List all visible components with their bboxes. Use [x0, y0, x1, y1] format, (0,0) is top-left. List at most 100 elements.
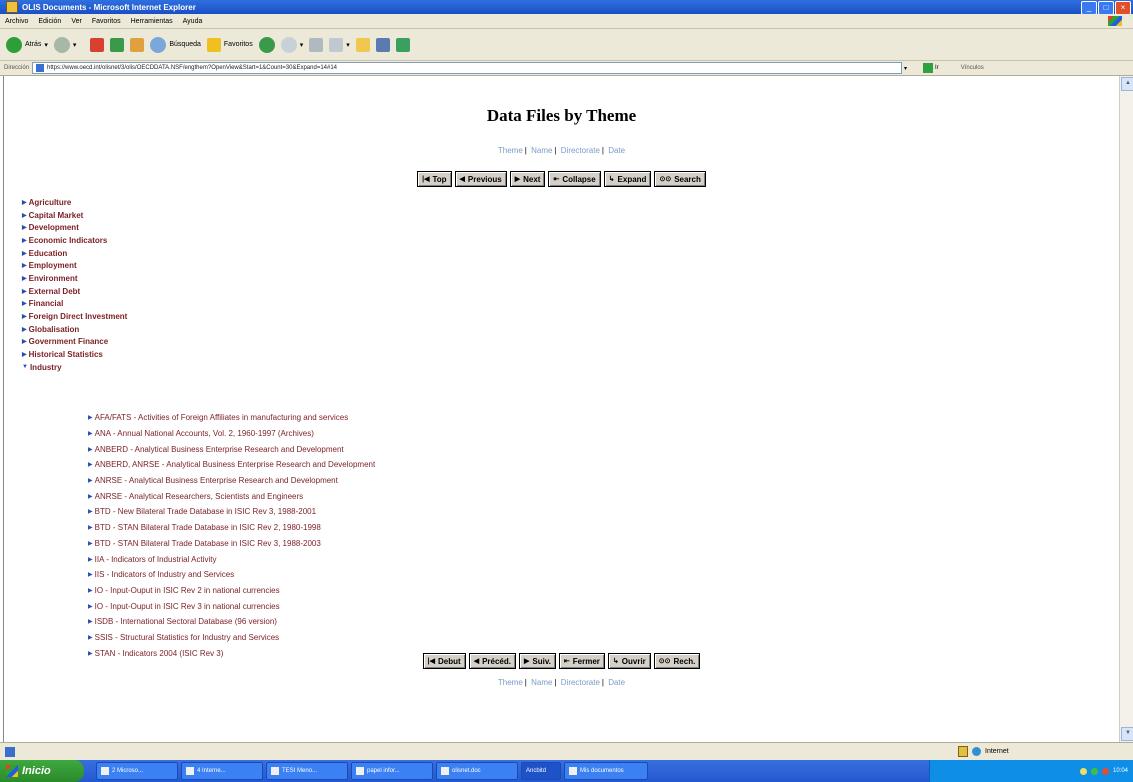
messenger-button[interactable]	[395, 37, 410, 52]
list-item[interactable]: ▶ ANBERD - Analytical Business Enterprise…	[88, 441, 375, 457]
taskbar-item[interactable]: 2 Microso...	[96, 762, 178, 780]
link-theme[interactable]: Theme	[498, 678, 523, 687]
globe-icon	[972, 747, 981, 756]
theme-item-environment[interactable]: ▶ Environment	[22, 272, 127, 285]
theme-item-agriculture[interactable]: ▶ Agriculture	[22, 196, 127, 209]
menu-favorites[interactable]: Favoritos	[92, 18, 121, 25]
list-item[interactable]: ▶ ANRSE - Analytical Business Enterprise …	[88, 473, 375, 489]
history-button[interactable]	[258, 36, 275, 53]
list-item[interactable]: ▶ IO - Input-Ouput in ISIC Rev 3 in natio…	[88, 598, 375, 614]
list-item[interactable]: ▶ BTD - STAN Bilateral Trade Database in …	[88, 520, 375, 536]
list-item[interactable]: ▶ ISDB - International Sectoral Database …	[88, 614, 375, 630]
expand-triangle-icon: ▶	[22, 250, 27, 257]
list-item[interactable]: ▶ ANBERD, ANRSE - Analytical Business Ent…	[88, 457, 375, 473]
collapse-triangle-icon: ▼	[22, 364, 28, 371]
home-button[interactable]	[130, 37, 145, 52]
clock[interactable]: 10:04	[1113, 768, 1128, 774]
link-date[interactable]: Date	[608, 146, 625, 155]
link-name[interactable]: Name	[531, 146, 552, 155]
theme-item-capital-market[interactable]: ▶ Capital Market	[22, 209, 127, 222]
start-button[interactable]: Inicio	[0, 760, 84, 782]
menu-view[interactable]: Ver	[71, 18, 82, 25]
refresh-button[interactable]	[110, 37, 125, 52]
expand-label: Expand	[617, 174, 647, 184]
theme-item-historical-statistics[interactable]: ▶ Historical Statistics	[22, 348, 127, 361]
back-button[interactable]: Atrás ▾	[6, 36, 48, 53]
prev-icon: ◀	[473, 658, 480, 665]
print-button[interactable]	[309, 37, 324, 52]
taskbar-item[interactable]: olisnet.doc	[436, 762, 518, 780]
scroll-up-icon[interactable]: ▲	[1121, 77, 1133, 91]
mail-button[interactable]: ▾	[280, 36, 303, 53]
research-button[interactable]	[375, 37, 390, 52]
theme-item-external-debt[interactable]: ▶ External Debt	[22, 285, 127, 298]
ouvrir-button[interactable]: ↳ Ouvrir	[607, 653, 651, 669]
list-item[interactable]: ▶ IO - Input-Ouput in ISIC Rev 2 in natio…	[88, 583, 375, 599]
search-page-button[interactable]: ⊙⊙ Search	[654, 171, 706, 187]
taskbar-item[interactable]: 4 Interne...	[181, 762, 263, 780]
close-button[interactable]: ×	[1115, 1, 1131, 15]
taskbar-item[interactable]: Ancbitd	[521, 762, 561, 780]
theme-item-education[interactable]: ▶ Education	[22, 247, 127, 260]
suivant-button[interactable]: ▶ Suiv.	[518, 653, 556, 669]
tray-icon[interactable]	[1101, 767, 1109, 775]
stop-button[interactable]	[90, 37, 105, 52]
tray-icon[interactable]	[1079, 767, 1087, 775]
list-item[interactable]: ▶ IIS - Indicators of Industry and Servic…	[88, 567, 375, 583]
taskbar-item[interactable]: Mis documentos	[564, 762, 648, 780]
link-directorate[interactable]: Directorate	[561, 678, 600, 687]
precedent-button[interactable]: ◀ Précéd.	[468, 653, 516, 669]
list-item[interactable]: ▶ AFA/FATS - Activities of Foreign Affili…	[88, 410, 375, 426]
scroll-down-icon[interactable]: ▼	[1121, 727, 1133, 741]
list-item[interactable]: ▶ ANRSE - Analytical Researchers, Scienti…	[88, 488, 375, 504]
menu-tools[interactable]: Herramientas	[131, 18, 173, 25]
collapse-button[interactable]: ⇤ Collapse	[548, 171, 601, 187]
recherche-button[interactable]: ⊙⊙ Rech.	[653, 653, 701, 669]
taskbar-item[interactable]: papel infor...	[351, 762, 433, 780]
list-item[interactable]: ▶ SSIS - Structural Statistics for Indust…	[88, 630, 375, 646]
theme-item-economic-indicators[interactable]: ▶ Economic Indicators	[22, 234, 127, 247]
links-button[interactable]: Vínculos	[961, 65, 984, 71]
minimize-button[interactable]: _	[1081, 1, 1097, 15]
theme-item-industry[interactable]: ▼ Industry	[22, 361, 127, 374]
debut-button[interactable]: |◀ Debut	[422, 653, 466, 669]
link-directorate[interactable]: Directorate	[561, 146, 600, 155]
forward-button[interactable]: ▾	[53, 36, 76, 53]
top-button[interactable]: |◀ Top	[417, 171, 452, 187]
list-item[interactable]: ▶ ANA - Annual National Accounts, Vol. 2,…	[88, 426, 375, 442]
refresh-icon	[110, 37, 125, 52]
menu-file[interactable]: Archivo	[5, 18, 28, 25]
taskbar-item[interactable]: TESI Meno...	[266, 762, 348, 780]
address-field[interactable]: https://www.oecd.int/olisnet/3/olis/OECD…	[32, 62, 903, 74]
folder-button[interactable]	[355, 37, 370, 52]
theme-item-financial[interactable]: ▶ Financial	[22, 298, 127, 311]
menu-edit[interactable]: Edición	[38, 18, 61, 25]
theme-item-government-finance[interactable]: ▶ Government Finance	[22, 336, 127, 349]
link-name[interactable]: Name	[531, 678, 552, 687]
theme-item-foreign-direct-investment[interactable]: ▶ Foreign Direct Investment	[22, 310, 127, 323]
list-item[interactable]: ▶ BTD - STAN Bilateral Trade Database in …	[88, 536, 375, 552]
theme-label: Financial	[28, 299, 64, 309]
tray-icon[interactable]	[1090, 767, 1098, 775]
maximize-button[interactable]: □	[1098, 1, 1114, 15]
list-item[interactable]: ▶ IIA - Indicators of Industrial Activity	[88, 551, 375, 567]
edit-button[interactable]: ▾	[329, 37, 350, 52]
favorites-button[interactable]: Favoritos	[206, 37, 253, 52]
fermer-button[interactable]: ⇤ Fermer	[558, 653, 605, 669]
go-button[interactable]: Ir	[923, 63, 939, 73]
expand-button[interactable]: ↳ Expand	[603, 171, 652, 187]
expand-triangle-icon: ▶	[88, 493, 93, 500]
link-theme[interactable]: Theme	[498, 146, 523, 155]
vertical-scrollbar[interactable]: ▲ ▼	[1119, 76, 1133, 742]
address-dropdown-icon[interactable]: ▾	[904, 65, 907, 72]
menu-help[interactable]: Ayuda	[183, 18, 203, 25]
taskbar-item-label: Ancbitd	[526, 768, 547, 774]
list-item[interactable]: ▶ BTD - New Bilateral Trade Database in I…	[88, 504, 375, 520]
theme-item-globalisation[interactable]: ▶ Globalisation	[22, 323, 127, 336]
theme-item-employment[interactable]: ▶ Employment	[22, 259, 127, 272]
link-date[interactable]: Date	[608, 678, 625, 687]
theme-item-development[interactable]: ▶ Development	[22, 221, 127, 234]
search-button[interactable]: Búsqueda	[150, 36, 201, 53]
next-button[interactable]: ▶ Next	[509, 171, 546, 187]
previous-button[interactable]: ◀ Previous	[454, 171, 507, 187]
